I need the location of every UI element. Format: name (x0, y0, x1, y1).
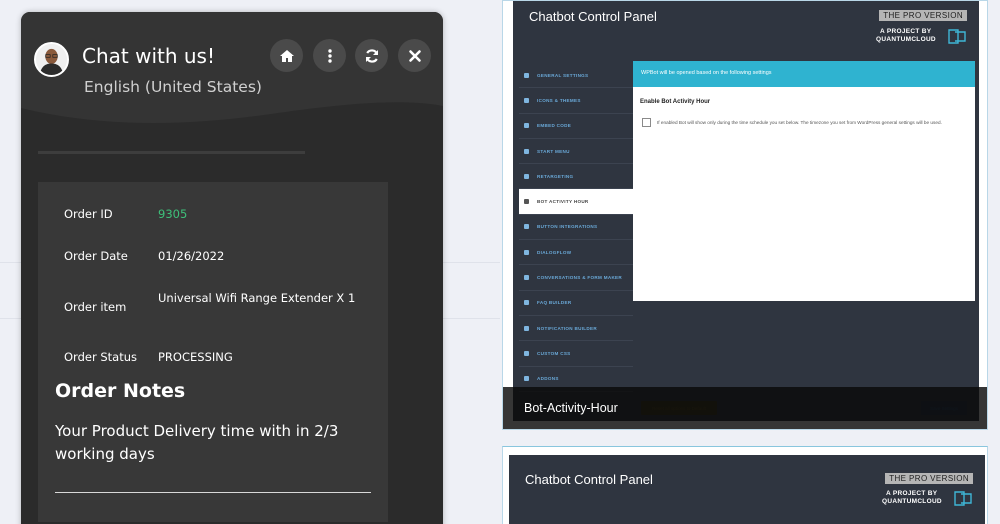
chat-widget: Chat with us! English (United States) Or… (21, 12, 443, 524)
css-icon (524, 350, 529, 356)
logo-line-1: A PROJECT BY (880, 28, 932, 35)
panel-title: Chatbot Control Panel (525, 472, 653, 487)
target-icon (524, 173, 529, 179)
order-date-label: Order Date (64, 249, 128, 263)
order-details-card: Order ID 9305 Order Date 01/26/2022 Orde… (38, 182, 388, 522)
menu-label: BUTTON INTEGRATIONS (537, 224, 598, 230)
pro-version-badge: THE PRO VERSION (885, 473, 973, 484)
screenshot-bot-activity-hour[interactable]: Chatbot Control Panel THE PRO VERSION A … (502, 0, 988, 430)
pro-version-badge: THE PRO VERSION (879, 10, 967, 21)
panel-title: Chatbot Control Panel (529, 9, 657, 24)
quantumcloud-logo: A PROJECT BY QUANTUMCLOUD (872, 26, 967, 48)
more-vertical-icon (327, 48, 332, 63)
menu-label: EMBED CODE (537, 123, 572, 129)
menu-label: CUSTOM CSS (537, 350, 571, 356)
header-wave (21, 102, 443, 136)
menu-item-notification-builder[interactable]: NOTIFICATION BUILDER (519, 316, 633, 342)
order-status-label: Order Status (64, 350, 137, 364)
quantumcloud-logo: A PROJECT BY QUANTUMCLOUD (878, 488, 973, 510)
close-button[interactable] (398, 39, 431, 72)
avatar (34, 42, 69, 77)
form-icon (524, 275, 529, 281)
order-id-value: 9305 (158, 207, 188, 221)
list-icon (524, 148, 529, 154)
refresh-button[interactable] (355, 39, 388, 72)
screenshot-control-panel-2[interactable]: Chatbot Control Panel THE PRO VERSION A … (502, 446, 988, 524)
settings-icon (524, 72, 529, 78)
menu-item-icons-themes[interactable]: ICONS & THEMES (519, 88, 633, 114)
order-id-label: Order ID (64, 207, 113, 221)
control-panel: Chatbot Control Panel THE PRO VERSION A … (513, 1, 979, 421)
order-item-label: Order item (64, 300, 127, 314)
logo-line-2: QUANTUMCLOUD (882, 498, 942, 505)
dialog-icon (524, 249, 529, 255)
share-icon (524, 224, 529, 230)
menu-item-button-integrations[interactable]: BUTTON INTEGRATIONS (519, 215, 633, 241)
menu-label: RETARGETING (537, 173, 574, 179)
menu-item-start-menu[interactable]: START MENU (519, 139, 633, 165)
bell-icon (524, 325, 529, 331)
menu-item-custom-css[interactable]: CUSTOM CSS (519, 341, 633, 367)
home-icon (279, 49, 294, 62)
menu-label: NOTIFICATION BUILDER (537, 325, 598, 331)
quantumcloud-icon (948, 29, 966, 44)
order-item-value: Universal Wifi Range Extender X 1 (158, 291, 356, 305)
menu-item-retargeting[interactable]: RETARGETING (519, 164, 633, 190)
quantumcloud-icon (954, 491, 972, 506)
section-title: Enable Bot Activity Hour (640, 99, 711, 105)
menu-label: ICONS & THEMES (537, 97, 581, 103)
menu-label: START MENU (537, 148, 570, 154)
chat-language: English (United States) (84, 78, 262, 96)
menu-item-general-settings[interactable]: GENERAL SETTINGS (519, 63, 633, 89)
menu-label: GENERAL SETTINGS (537, 72, 589, 78)
chat-header: Chat with us! English (United States) (21, 12, 443, 136)
menu-item-bot-activity-hour[interactable]: BOT ACTIVITY HOUR (519, 189, 633, 215)
help-text: If enabled Bot will show only during the… (657, 120, 942, 125)
code-icon (524, 123, 529, 129)
order-status-value: PROCESSING (158, 350, 233, 364)
caption-bar: Bot-Activity-Hour (503, 387, 987, 429)
menu-item-conversations-form-maker[interactable]: CONVERSATIONS & FORM MAKER (519, 265, 633, 291)
settings-menu: GENERAL SETTINGS ICONS & THEMES EMBED CO… (519, 63, 633, 392)
menu-item-embed-code[interactable]: EMBED CODE (519, 114, 633, 139)
logo-line-2: QUANTUMCLOUD (876, 36, 936, 43)
settings-content: WPBot will be opened based on the follow… (633, 61, 975, 301)
enable-activity-hour-checkbox[interactable] (642, 118, 651, 127)
refresh-icon (365, 48, 378, 63)
notes-divider (55, 492, 371, 493)
chat-divider (38, 151, 305, 154)
menu-label: BOT ACTIVITY HOUR (537, 199, 589, 205)
chat-title: Chat with us! (82, 44, 215, 68)
menu-label: ADDONS (537, 376, 559, 382)
order-notes-title: Order Notes (55, 380, 186, 402)
logo-line-1: A PROJECT BY (886, 490, 938, 497)
content-header: WPBot will be opened based on the follow… (633, 61, 975, 87)
menu-label: DIALOGFLOW (537, 249, 572, 255)
menu-label: CONVERSATIONS & FORM MAKER (537, 275, 623, 281)
home-button[interactable] (270, 39, 303, 72)
faq-icon (524, 300, 529, 306)
close-icon (408, 49, 421, 62)
menu-item-faq-builder[interactable]: FAQ BUILDER (519, 291, 633, 316)
caption-text: Bot-Activity-Hour (524, 401, 618, 415)
control-panel: Chatbot Control Panel THE PRO VERSION A … (509, 455, 985, 524)
menu-item-dialogflow[interactable]: DIALOGFLOW (519, 240, 633, 266)
puzzle-icon (524, 376, 529, 382)
calendar-icon (524, 199, 529, 205)
palette-icon (524, 97, 529, 103)
menu-label: FAQ BUILDER (537, 300, 572, 306)
order-date-value: 01/26/2022 (158, 249, 225, 263)
order-notes-text: Your Product Delivery time with in 2/3 w… (55, 422, 339, 463)
more-button[interactable] (313, 39, 346, 72)
